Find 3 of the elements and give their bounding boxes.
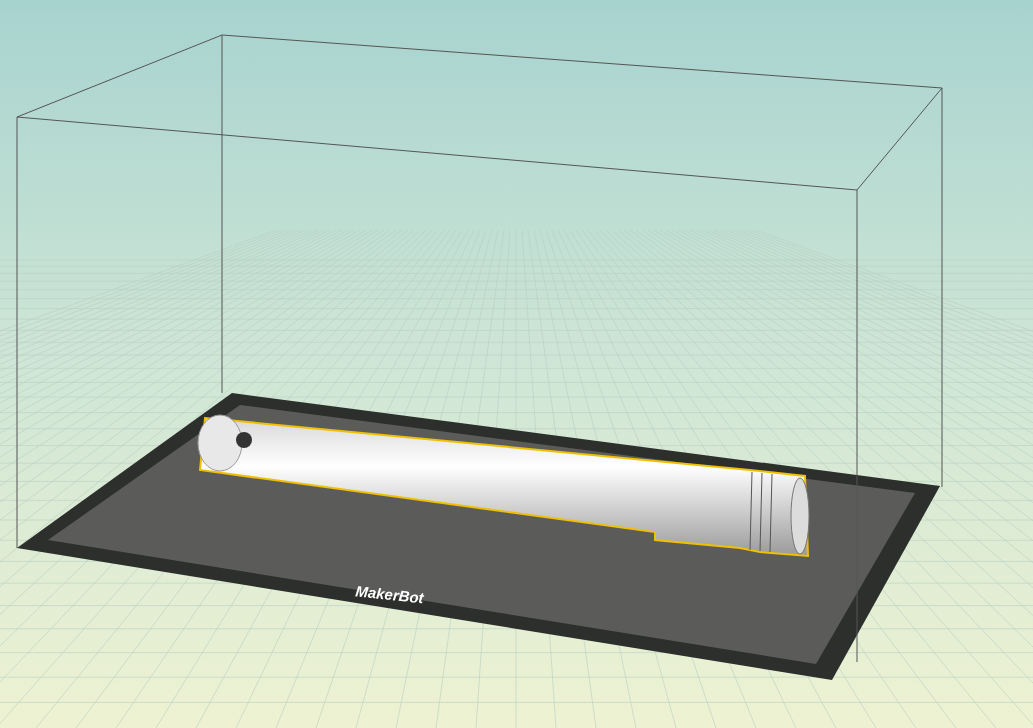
- brand-logo: MakerBot: [354, 582, 425, 607]
- viewport-3d[interactable]: MakerBot: [0, 0, 1033, 728]
- object-model[interactable]: [197, 414, 810, 558]
